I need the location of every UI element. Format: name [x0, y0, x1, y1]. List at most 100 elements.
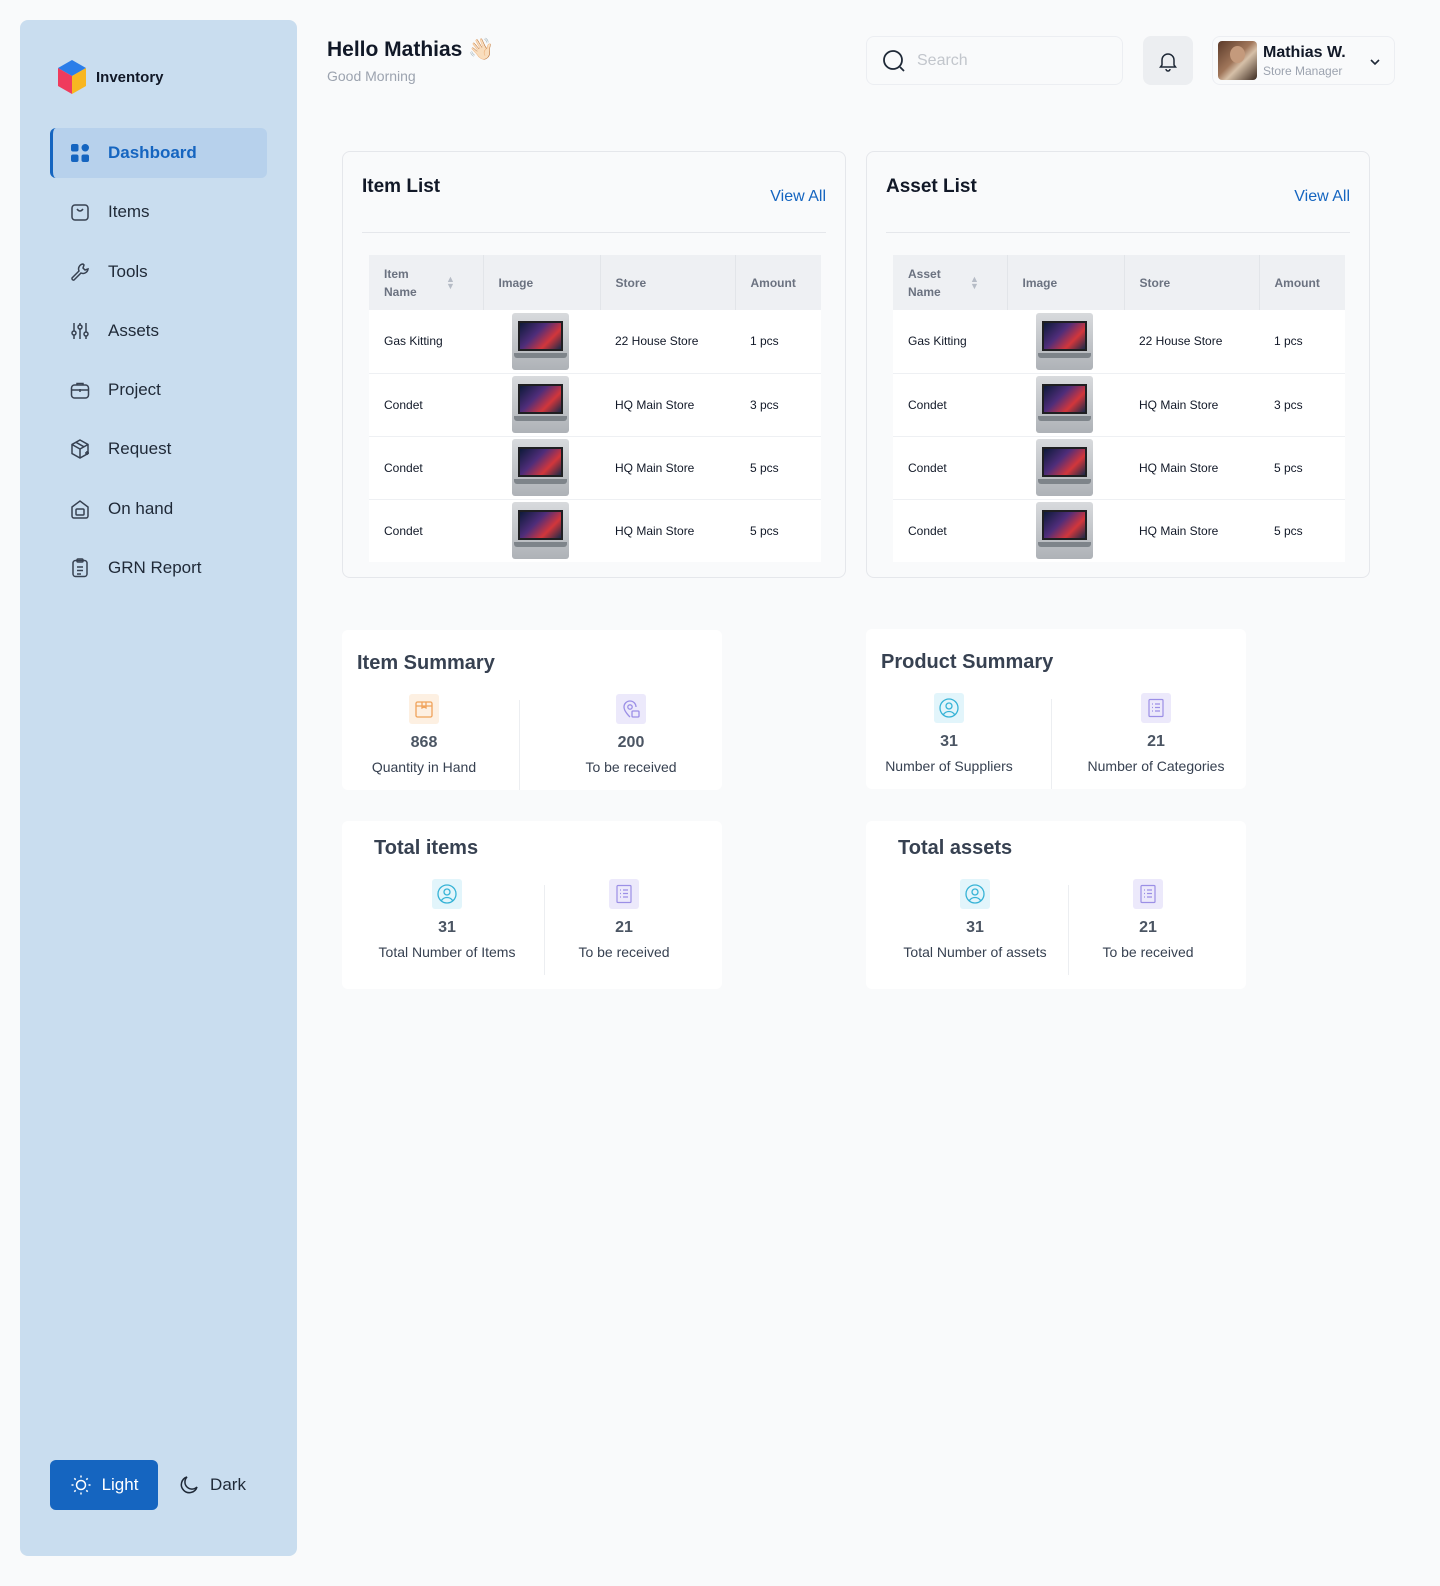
user-role: Store Manager [1263, 63, 1343, 78]
column-header-item-name[interactable]: Item Name▲ ▼ [369, 255, 484, 310]
user-name: Mathias W. [1263, 43, 1346, 61]
sidebar-item-dashboard[interactable]: Dashboard [50, 128, 267, 178]
table-row[interactable]: Condet HQ Main Store 5 pcs [369, 436, 821, 500]
laptop-thumbnail [512, 312, 569, 370]
item-name-cell: Condet [369, 373, 483, 437]
laptop-thumbnail [512, 376, 569, 433]
sidebar-item-grn-report[interactable]: GRN Report [50, 543, 267, 593]
notifications-button[interactable] [1143, 36, 1193, 85]
sort-icon[interactable]: ▲ ▼ [970, 274, 979, 290]
stat-value: 31 [438, 919, 456, 936]
user-icon [432, 879, 462, 909]
laptop-thumbnail [1036, 376, 1093, 433]
sliders-icon [68, 319, 92, 343]
theme-toggle: Light Dark [50, 1460, 266, 1510]
sidebar-item-items[interactable]: Items [50, 187, 267, 237]
sidebar-item-label: On hand [108, 498, 174, 518]
user-menu[interactable]: Mathias W. Store Manager [1212, 36, 1395, 85]
stat-value: 21 [1139, 919, 1157, 936]
search-input[interactable] [917, 51, 1097, 70]
greeting-title: Hello Mathias 👋🏻 [327, 38, 495, 62]
search-icon [883, 49, 905, 72]
item-summary-card: Item Summary 868 Quantity in Hand 200 To… [342, 630, 722, 790]
item-name-cell: Condet [369, 436, 483, 500]
product-summary-card: Product Summary 31 Number of Suppliers 2… [866, 629, 1246, 789]
asset-table: Asset Name▲ ▼ Image Store Amount Gas Kitt… [893, 255, 1345, 562]
stat-label: Total Number of assets [903, 944, 1047, 960]
list-icon [1141, 693, 1171, 723]
table-row[interactable]: Condet HQ Main Store 5 pcs [893, 436, 1345, 500]
table-row[interactable]: Condet HQ Main Store 3 pcs [893, 373, 1345, 437]
dark-mode-button[interactable]: Dark [158, 1460, 266, 1510]
asset-name-cell: Condet [893, 436, 1007, 500]
light-mode-button[interactable]: Light [50, 1460, 158, 1510]
store-cell: 22 House Store [600, 310, 735, 374]
sidebar-item-assets[interactable]: Assets [50, 306, 267, 356]
divider [362, 232, 826, 233]
stat-value: 200 [617, 734, 645, 751]
wave-emoji-icon: 👋🏻 [468, 38, 495, 61]
location-icon [616, 694, 646, 724]
divider [1068, 885, 1069, 975]
table-row[interactable]: Gas Kitting 22 House Store 1 pcs [893, 310, 1345, 374]
avatar [1218, 41, 1257, 80]
column-header-asset-name[interactable]: Asset Name▲ ▼ [893, 255, 1008, 310]
clipboard-icon [68, 556, 92, 580]
amount-cell: 5 pcs [735, 436, 821, 500]
laptop-thumbnail [512, 439, 569, 496]
asset-list-title: Asset List [886, 176, 977, 197]
bell-icon [1159, 52, 1177, 72]
item-list-title: Item List [362, 176, 441, 197]
number-of-suppliers-stat: 31 Number of Suppliers [879, 693, 1019, 774]
stat-label: Quantity in Hand [371, 759, 477, 775]
wrench-icon [68, 260, 92, 284]
stat-label: Number of Categories [1087, 758, 1225, 774]
table-row[interactable]: Gas Kitting 22 House Store 1 pcs [369, 310, 821, 374]
brand[interactable]: Inventory [56, 58, 164, 96]
brand-name: Inventory [96, 68, 164, 86]
column-header-store: Store [1124, 255, 1260, 310]
divider [519, 700, 520, 790]
divider [1051, 699, 1052, 789]
sidebar-item-project[interactable]: Project [50, 365, 267, 415]
total-assets-title: Total assets [898, 837, 1013, 859]
store-cell: HQ Main Store [600, 436, 735, 500]
sidebar-item-label: Assets [108, 320, 160, 340]
laptop-thumbnail [1036, 502, 1093, 560]
amount-cell: 5 pcs [1259, 436, 1345, 500]
stat-label: To be received [578, 944, 670, 960]
greeting: Hello Mathias 👋🏻 Good Morning [327, 38, 495, 84]
amount-cell: 1 pcs [735, 310, 821, 374]
sort-icon[interactable]: ▲ ▼ [446, 274, 455, 290]
to-be-received-stat: 21 To be received [1088, 879, 1208, 960]
list-icon [1133, 879, 1163, 909]
grid-icon [68, 141, 92, 165]
item-list-view-all-link[interactable]: View All [770, 188, 826, 206]
amount-cell: 5 pcs [1274, 523, 1303, 538]
search-box[interactable] [866, 36, 1123, 85]
sidebar-item-request[interactable]: Request [50, 424, 267, 474]
sidebar-item-label: Project [108, 380, 161, 400]
item-table: Item Name▲ ▼ Image Store Amount Gas Kitti… [369, 255, 821, 562]
sidebar-item-tools[interactable]: Tools [50, 247, 267, 297]
chevron-down-icon[interactable] [1368, 55, 1382, 69]
laptop-thumbnail [1036, 439, 1093, 496]
dark-mode-label: Dark [210, 1475, 246, 1494]
divider [544, 885, 545, 975]
table-row[interactable]: Condet HQ Main Store 3 pcs [369, 373, 821, 437]
greeting-text: Hello Mathias [327, 38, 463, 61]
product-summary-title: Product Summary [881, 651, 1054, 673]
amount-cell: 5 pcs [750, 523, 779, 538]
table-header-row: Item Name▲ ▼ Image Store Amount [369, 255, 821, 310]
table-row[interactable]: Condet HQ Main Store 5 pcs [893, 499, 1345, 562]
item-name-cell: Gas Kitting [369, 310, 483, 374]
stat-value: 868 [410, 734, 438, 751]
laptop-thumbnail [1036, 312, 1093, 370]
moon-icon [180, 1476, 198, 1494]
asset-list-view-all-link[interactable]: View All [1294, 188, 1350, 206]
total-number-of-assets-stat: 31 Total Number of assets [896, 879, 1054, 960]
divider [886, 232, 1350, 233]
box-plus-icon [68, 437, 92, 461]
table-row[interactable]: Condet HQ Main Store 5 pcs [369, 499, 821, 562]
sidebar-item-on-hand[interactable]: On hand [50, 484, 267, 534]
